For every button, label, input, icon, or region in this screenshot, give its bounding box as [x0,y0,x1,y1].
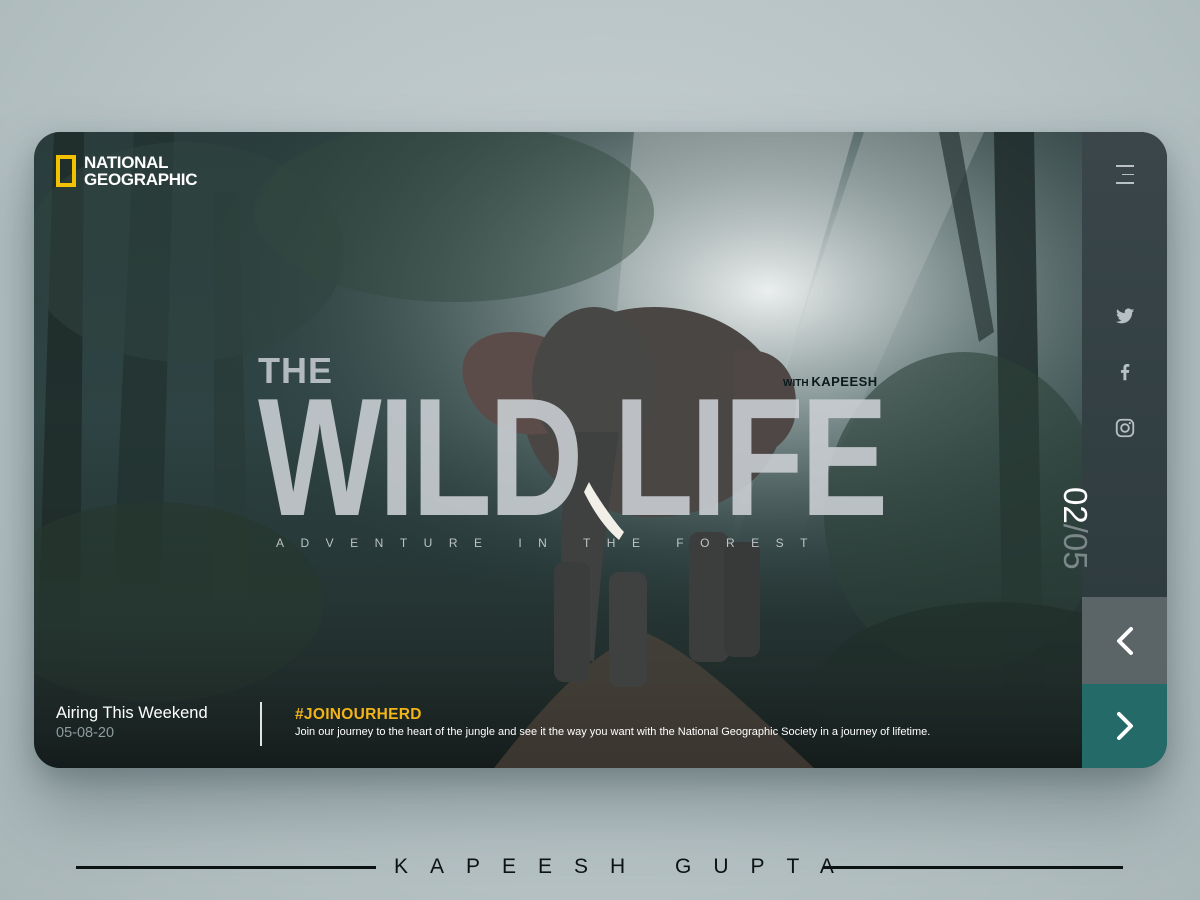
hero-banner: NATIONAL GEOGRAPHIC THE WILD LIFE WITH K… [34,132,1082,768]
slide-separator: / [1057,523,1094,533]
divider [260,702,262,746]
cta-block: #JOINOURHERD Join our journey to the hea… [295,706,1065,738]
previous-slide-button[interactable] [1082,597,1167,684]
sidebar: 02/05 [1057,132,1167,768]
national-geographic-logo[interactable]: NATIONAL GEOGRAPHIC [56,154,197,188]
airing-title: Airing This Weekend [56,704,208,722]
hashtag-link[interactable]: #JOINOURHERD [295,706,1065,724]
cta-description: Join our journey to the heart of the jun… [295,726,931,738]
slide-current: 02 [1057,487,1094,524]
slide-total: 05 [1057,532,1094,570]
hero-card: NATIONAL GEOGRAPHIC THE WILD LIFE WITH K… [34,132,1167,768]
slide-counter: 02/05 [1056,487,1094,597]
instagram-icon[interactable] [1114,417,1136,439]
tagline: ADVENTURE IN THE FOREST [276,536,824,550]
logo-frame-icon [56,155,76,187]
chevron-left-icon [1116,626,1133,655]
host-prefix: WITH [783,378,809,389]
twitter-icon[interactable] [1114,305,1136,327]
facebook-icon[interactable] [1114,361,1136,383]
airing-info: Airing This Weekend 05-08-20 [56,704,208,741]
host-name: KAPEESH [811,374,878,389]
logo-line-2: GEOGRAPHIC [84,170,198,189]
designer-signature: KAPEESH GUPTA [0,852,1200,882]
host-credit: WITH KAPEESH [783,374,878,389]
airing-date: 05-08-20 [56,725,115,741]
next-slide-button[interactable] [1082,684,1167,768]
title-large: WILD LIFE [258,363,888,551]
hamburger-menu-icon[interactable] [1116,165,1134,185]
chevron-right-icon [1116,712,1133,740]
signature-line-right [823,866,1123,869]
signature-line-left [76,866,376,869]
logo-line-1: NATIONAL [84,153,169,172]
signature-text: KAPEESH GUPTA [394,855,856,878]
